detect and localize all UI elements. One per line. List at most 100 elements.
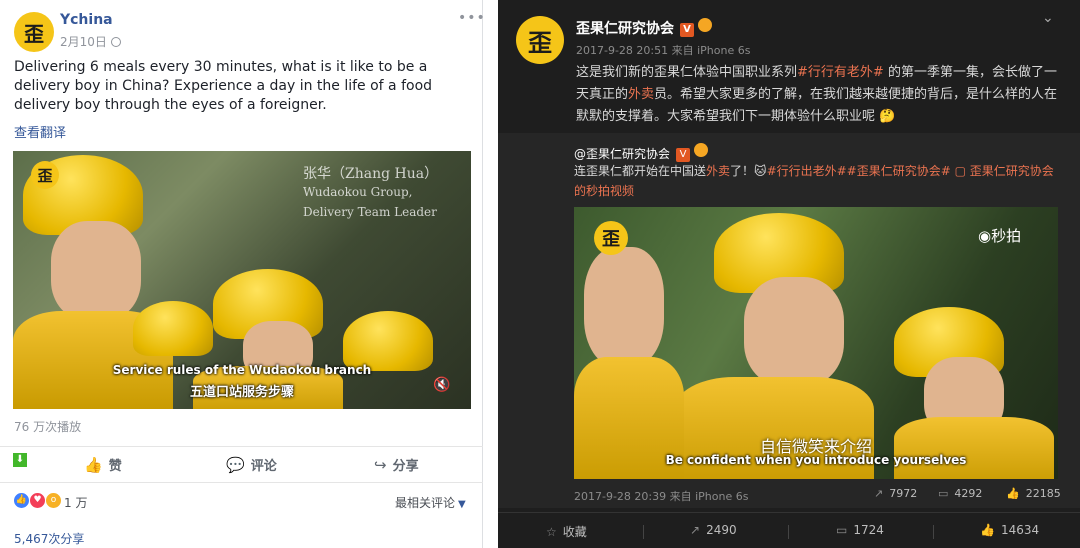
reaction-count[interactable]: 1 万 (64, 494, 87, 511)
thumbs-up-icon: 👍 (1006, 487, 1020, 500)
video-caption-group: Wudaokou Group, (303, 185, 413, 199)
repost-button[interactable]: ↗ 2490 (690, 523, 737, 537)
view-count: 76 万次播放 (14, 420, 82, 434)
miaopai-watermark: ◉秒拍 (978, 225, 1021, 246)
account-name-text: 歪果仁研究协会 (576, 21, 674, 37)
caret-down-icon: ▼ (458, 499, 466, 510)
see-translation-link[interactable]: 查看翻译 (14, 122, 66, 141)
repost-share-value: 7972 (889, 487, 918, 500)
hashtag-link[interactable]: #行行有老外# (797, 65, 884, 80)
comment-button[interactable]: 💬 评论 (226, 455, 277, 474)
member-crown-icon (694, 143, 709, 157)
repost-like-value: 22185 (1025, 487, 1061, 500)
repost-share-count[interactable]: ↗ 7972 (874, 487, 917, 500)
comment-icon: ▭ (938, 487, 949, 500)
thumbs-up-icon: 👍 (980, 523, 995, 537)
share-icon: ↪ (374, 456, 387, 474)
verified-icon: V (676, 148, 691, 162)
like-button[interactable]: 👍 赞 (84, 455, 122, 474)
like-label: 赞 (108, 459, 122, 474)
post-date-text: 2月10日 (60, 35, 107, 49)
share-count[interactable]: 5,467次分享 (14, 530, 84, 547)
avatar-glyph: 歪 (24, 21, 44, 46)
post-date[interactable]: 2月10日 (60, 33, 121, 50)
comment-sort-label: 最相关评论 (395, 496, 456, 510)
video-logo-glyph: 歪 (602, 229, 620, 250)
helmet-shape (343, 311, 433, 371)
video-player[interactable]: 歪 ◉秒拍 自信微笑来介绍 Be confident when you intr… (574, 207, 1058, 479)
face-shape (744, 277, 844, 387)
comment-button[interactable]: ▭ 1724 (836, 523, 884, 537)
account-name[interactable]: 歪果仁研究协会 V (576, 18, 712, 38)
video-logo: 歪 (594, 221, 628, 255)
repost-author-text: @歪果仁研究协会 (574, 147, 671, 161)
wow-reaction-icon[interactable]: o (46, 493, 61, 508)
reactions-row: 👍 ♥ o 1 万 最相关评论 ▼ (0, 482, 483, 518)
repost-icon: ↗ (690, 523, 701, 537)
miaopai-icon: ◉ (978, 227, 992, 245)
comment-icon: 💬 (226, 456, 245, 474)
star-icon: ☆ (546, 525, 557, 539)
repost-meta: 2017-9-28 20:39 来自 iPhone 6s (574, 490, 749, 503)
reposted-content: @歪果仁研究协会 V 连歪果仁都开始在中国送外卖了！🐱#行行出老外##歪果仁研究协… (498, 133, 1080, 508)
comment-count: 1724 (853, 523, 884, 537)
thinking-emoji-icon: 🤔 (875, 109, 896, 124)
video-player[interactable]: 歪 张华（Zhang Hua） Wudaokou Group, Delivery… (13, 151, 471, 409)
video-logo-glyph: 歪 (37, 166, 53, 185)
miaopai-text: 秒拍 (991, 227, 1022, 245)
verified-icon: V (680, 23, 694, 37)
repost-count: 2490 (706, 523, 737, 537)
video-subtitle-en: Service rules of the Wudaokou branch (112, 363, 372, 377)
helmet-shape (133, 301, 213, 356)
page-name[interactable]: Ychina (60, 12, 113, 28)
favorite-button[interactable]: ☆ 收藏 (546, 523, 587, 540)
avatar-glyph: 歪 (528, 27, 552, 57)
comment-label: 评论 (250, 459, 277, 474)
download-icon[interactable]: ⬇ (13, 453, 27, 467)
post-text: Delivering 6 meals every 30 minutes, wha… (14, 59, 433, 113)
repost-like-count[interactable]: 👍 22185 (1006, 487, 1061, 500)
video-subtitle-zh: 五道口站服务步骤 (189, 385, 294, 400)
face-shape (51, 221, 141, 321)
repost-text-part: 了！ (730, 164, 755, 178)
share-button[interactable]: ↪ 分享 (374, 455, 419, 474)
repost-icon: ↗ (874, 487, 884, 500)
post-text-part: 这是我们新的歪果仁体验中国职业系列 (576, 65, 798, 80)
repost-comment-value: 4292 (954, 487, 983, 500)
facebook-post: 歪 Ychina 2月10日 ••• Delivering 6 meals ev… (0, 0, 486, 548)
weibo-post: 歪 歪果仁研究协会 V 2017-9-28 20:51 来自 iPhone 6s … (498, 0, 1080, 548)
mute-icon[interactable]: 🔇 (433, 377, 450, 393)
repost-text: 连歪果仁都开始在中国送外卖了！🐱#行行出老外##歪果仁研究协会# ▢ 歪果仁研究… (574, 161, 1064, 201)
action-bar: ⬇ 👍 赞 💬 评论 ↪ 分享 (0, 446, 483, 478)
more-options-icon[interactable]: ••• (458, 10, 486, 26)
video-caption-role: Delivery Team Leader (303, 205, 437, 219)
video-logo: 歪 (31, 161, 59, 189)
face-shape (584, 247, 664, 367)
comment-icon: ▭ (836, 523, 848, 537)
keyword-link[interactable]: 外卖 (628, 87, 654, 102)
member-crown-icon (698, 18, 712, 32)
video-subtitle-en: Be confident when you introduce yourselv… (665, 453, 967, 467)
repost-author[interactable]: @歪果仁研究协会 V (574, 143, 709, 162)
repost-text-part: 连歪果仁都开始在中国送 (574, 164, 707, 178)
page-avatar[interactable]: 歪 (14, 12, 54, 52)
divider (643, 525, 644, 539)
favorite-label: 收藏 (562, 525, 587, 539)
divider (788, 525, 789, 539)
share-label: 分享 (392, 459, 419, 474)
thumbs-up-icon: 👍 (84, 456, 103, 474)
chevron-down-icon[interactable]: ⌄ (1042, 10, 1054, 26)
repost-comment-count[interactable]: ▭ 4292 (938, 487, 982, 500)
keyword-link[interactable]: 外卖 (706, 164, 730, 178)
post-text: 这是我们新的歪果仁体验中国职业系列#行行有老外# 的第一季第一集，会长做了一天真… (576, 62, 1062, 128)
like-button[interactable]: 👍 14634 (980, 523, 1039, 537)
account-avatar[interactable]: 歪 (516, 16, 564, 64)
weibo-action-bar: ☆ 收藏 ↗ 2490 ▭ 1724 👍 14634 (498, 512, 1080, 548)
love-reaction-icon[interactable]: ♥ (30, 493, 45, 508)
video-caption-name: 张华（Zhang Hua） (303, 166, 439, 182)
like-count: 14634 (1000, 523, 1040, 537)
like-reaction-icon[interactable]: 👍 (14, 493, 29, 508)
divider (933, 525, 934, 539)
cat-emoji-icon: 🐱 (754, 164, 767, 178)
comment-sort-dropdown[interactable]: 最相关评论 ▼ (395, 494, 466, 511)
